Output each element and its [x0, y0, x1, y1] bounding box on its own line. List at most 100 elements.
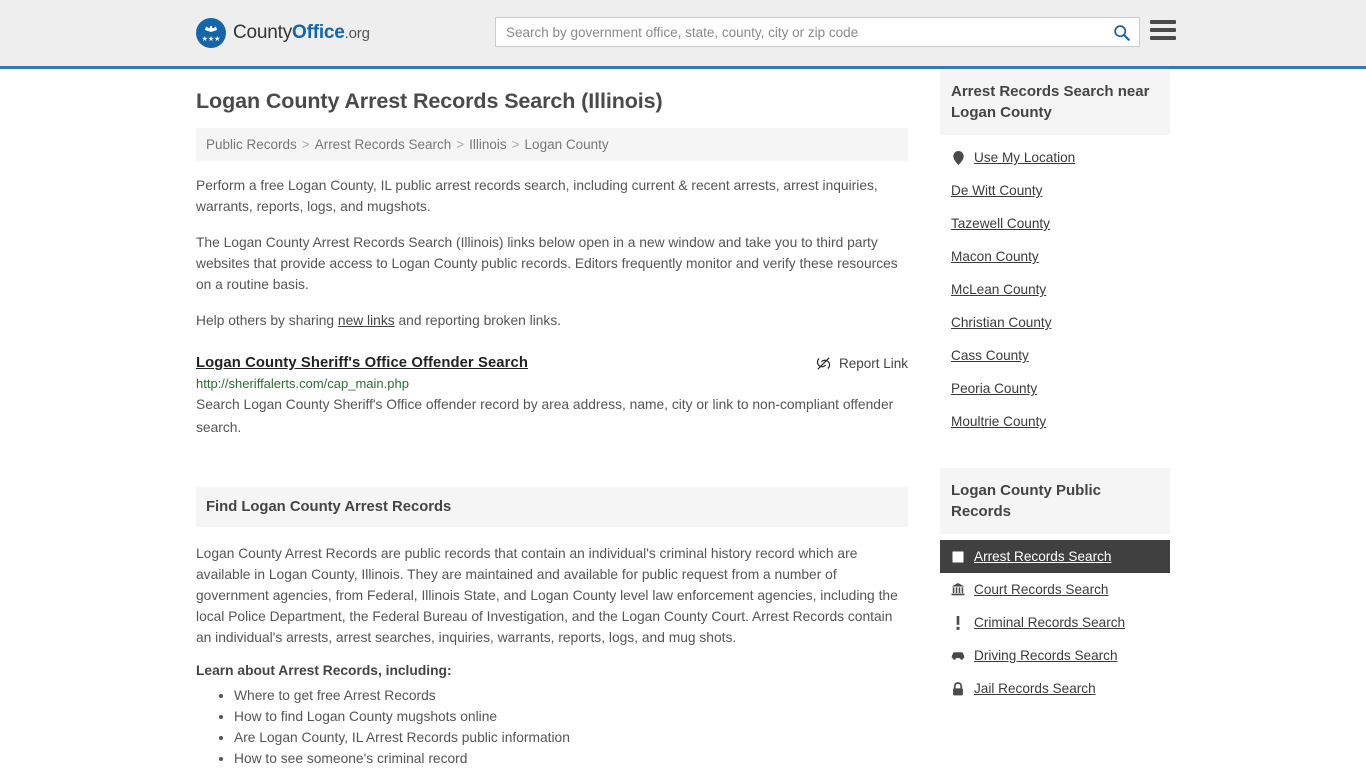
sidebar-item-label: Peoria County: [951, 381, 1038, 396]
hamburger-bar-2: [1150, 28, 1176, 32]
stars-icon: ★★★: [201, 36, 221, 43]
sidebar-item-cass-county[interactable]: Cass County: [940, 339, 1170, 372]
list-item: Jail Records Search: [940, 672, 1170, 705]
public-records-heading: Logan County Public Records: [940, 468, 1170, 534]
result-title-link[interactable]: Logan County Sheriff's Office Offender S…: [196, 355, 528, 371]
list-item: Criminal Records Search: [940, 606, 1170, 639]
list-item: McLean County: [940, 273, 1170, 306]
sidebar-item-macon-county[interactable]: Macon County: [940, 240, 1170, 273]
list-item: Peoria County: [940, 372, 1170, 405]
sidebar-item-label: McLean County: [951, 282, 1047, 297]
list-item: Cass County: [940, 339, 1170, 372]
sidebar-item-label: Court Records Search: [974, 582, 1109, 597]
sidebar: Arrest Records Search near Logan County …: [940, 69, 1170, 768]
sidebar-item-court-records-search[interactable]: Court Records Search: [940, 573, 1170, 606]
intro-paragraph-1: Perform a free Logan County, IL public a…: [196, 178, 878, 214]
sidebar-item-arrest-records-search[interactable]: Arrest Records Search: [940, 540, 1170, 573]
search-button[interactable]: [1103, 18, 1139, 46]
find-records-section-body: Logan County Arrest Records are public r…: [196, 527, 908, 768]
eagle-icon: [205, 25, 217, 32]
sidebar-item-label: Moultrie County: [951, 414, 1047, 429]
site-header: ★★★ CountyOffice.org: [0, 0, 1366, 69]
sidebar-item-label: Arrest Records Search: [974, 549, 1112, 564]
share-text-before: Help others by sharing: [196, 313, 338, 328]
hamburger-bar-1: [1150, 20, 1176, 24]
breadcrumb-item-logan-county[interactable]: Logan County: [525, 137, 609, 152]
sidebar-item-jail-records-search[interactable]: Jail Records Search: [940, 672, 1170, 705]
sidebar-item-moultrie-county[interactable]: Moultrie County: [940, 405, 1170, 438]
intro-paragraph-3: Help others by sharing new links and rep…: [196, 310, 908, 331]
list-item: Are Logan County, IL Arrest Records publ…: [234, 728, 908, 748]
sidebar-item-label: Use My Location: [974, 150, 1076, 165]
list-item: Christian County: [940, 306, 1170, 339]
learn-about-subheading: Learn about Arrest Records, including:: [196, 663, 452, 678]
handcuffs-icon: [951, 551, 965, 563]
brand-part-org: .org: [344, 25, 370, 42]
breadcrumb-item-illinois[interactable]: Illinois: [469, 137, 507, 152]
list-item: De Witt County: [940, 174, 1170, 207]
list-item: Arrest Records Search: [940, 540, 1170, 573]
search-icon: [1113, 24, 1130, 41]
content-container: Logan County Arrest Records Search (Illi…: [196, 69, 1170, 768]
breadcrumb-item-public-records[interactable]: Public Records: [206, 137, 297, 152]
list-item: Driving Records Search: [940, 639, 1170, 672]
list-item: Macon County: [940, 240, 1170, 273]
share-text-after: and reporting broken links.: [394, 313, 562, 328]
brand-wordmark: CountyOffice.org: [233, 22, 370, 44]
sidebar-item-label: Christian County: [951, 315, 1052, 330]
list-item: Moultrie County: [940, 405, 1170, 438]
exclamation-icon: [951, 615, 965, 630]
list-item: How to see someone's criminal record: [234, 749, 908, 768]
courthouse-icon: [951, 583, 965, 596]
intro-paragraph-2: The Logan County Arrest Records Search (…: [196, 235, 898, 292]
report-link-button[interactable]: Report Link: [816, 355, 908, 371]
sidebar-item-label: Criminal Records Search: [974, 615, 1126, 630]
sidebar-item-tazewell-county[interactable]: Tazewell County: [940, 207, 1170, 240]
hamburger-bar-3: [1150, 36, 1176, 40]
sidebar-item-peoria-county[interactable]: Peoria County: [940, 372, 1170, 405]
list-item: How to find Logan County mugshots online: [234, 707, 908, 727]
result-item: Logan County Sheriff's Office Offender S…: [196, 355, 908, 439]
brand-part-office: Office: [292, 22, 345, 43]
brand-part-county: County: [233, 22, 293, 43]
breadcrumb-separator-2: >: [456, 137, 465, 152]
find-records-body-text: Logan County Arrest Records are public r…: [196, 546, 898, 645]
sidebar-item-label: Tazewell County: [951, 216, 1050, 231]
page-wrapper: Logan County Arrest Records Search (Illi…: [0, 69, 1366, 768]
sidebar-item-use-my-location[interactable]: Use My Location: [940, 141, 1170, 174]
sidebar-item-criminal-records-search[interactable]: Criminal Records Search: [940, 606, 1170, 639]
breadcrumb-separator-3: >: [511, 137, 520, 152]
search-bar[interactable]: [495, 17, 1140, 47]
nearby-searches-list: Use My Location De Witt County Tazewell …: [940, 141, 1170, 438]
car-icon: [951, 650, 965, 661]
page-title: Logan County Arrest Records Search (Illi…: [196, 89, 663, 113]
result-url[interactable]: http://sheriffalerts.com/cap_main.php: [196, 376, 908, 391]
sidebar-item-mclean-county[interactable]: McLean County: [940, 273, 1170, 306]
breadcrumb-item-arrest-records-search[interactable]: Arrest Records Search: [315, 137, 452, 152]
public-records-list: Arrest Records Search Court Records Sear…: [940, 540, 1170, 705]
broken-link-icon: [816, 357, 831, 370]
sidebar-item-label: Driving Records Search: [974, 648, 1118, 663]
sidebar-item-de-witt-county[interactable]: De Witt County: [940, 174, 1170, 207]
nearby-searches-heading: Arrest Records Search near Logan County: [940, 69, 1170, 135]
sidebar-item-christian-county[interactable]: Christian County: [940, 306, 1170, 339]
main-column: Logan County Arrest Records Search (Illi…: [196, 69, 908, 768]
list-item: Tazewell County: [940, 207, 1170, 240]
list-item: Use My Location: [940, 141, 1170, 174]
learn-about-list: Where to get free Arrest Records How to …: [196, 686, 908, 768]
breadcrumb-separator-1: >: [301, 137, 310, 152]
search-input[interactable]: [496, 18, 1103, 46]
hamburger-menu-icon[interactable]: [1150, 19, 1176, 41]
lock-icon: [951, 681, 965, 696]
result-description: Search Logan County Sheriff's Office off…: [196, 397, 894, 435]
breadcrumb: Public Records > Arrest Records Search > Ill…: [196, 128, 908, 161]
sidebar-item-label: Jail Records Search: [974, 681, 1096, 696]
list-item: Where to get free Arrest Records: [234, 686, 908, 706]
new-links-link[interactable]: new links: [338, 313, 395, 328]
report-link-label: Report Link: [838, 356, 908, 371]
sidebar-item-driving-records-search[interactable]: Driving Records Search: [940, 639, 1170, 672]
eagle-seal-logo: ★★★: [196, 18, 226, 48]
site-logo-link[interactable]: ★★★ CountyOffice.org: [196, 18, 370, 48]
sidebar-item-label: Macon County: [951, 249, 1039, 264]
public-records-block: Logan County Public Records Arrest Recor…: [940, 468, 1170, 705]
